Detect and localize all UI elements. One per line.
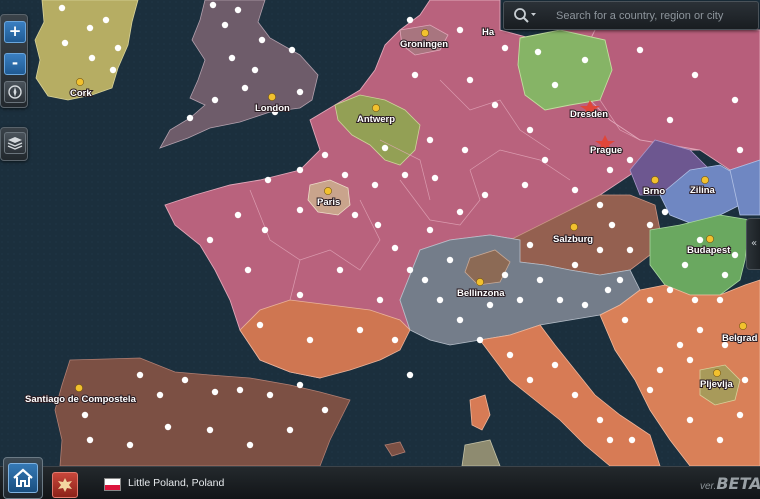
city-label-salzburg: Salzburg: [553, 234, 593, 245]
europe-map[interactable]: Cork London Groningen Ha Antwerp Dresden…: [0, 0, 760, 499]
city-label-dresden: Dresden: [570, 109, 608, 120]
poland-green-region: [517, 29, 613, 111]
city-label-hamburg: Ha: [482, 27, 495, 38]
city-label-budapest: Budapest: [687, 245, 731, 256]
version-prefix: ver.: [700, 481, 717, 492]
home-button[interactable]: [3, 457, 43, 499]
version-name: BETA: [716, 474, 760, 493]
collapse-panel-tab[interactable]: «: [746, 218, 760, 270]
selected-location-label: Little Poland, Poland: [128, 477, 225, 489]
layers-button[interactable]: [4, 132, 26, 154]
city-label-pljevlja: Pljevlja: [700, 379, 733, 390]
city-label-antwerp: Antwerp: [357, 114, 395, 125]
zoom-panel: + -: [0, 14, 28, 108]
version-label: ver.BETA: [700, 474, 760, 493]
poland-flag-icon: [104, 478, 121, 491]
zoom-out-button[interactable]: -: [4, 53, 26, 75]
home-icon: [8, 463, 38, 493]
faction-emblem-button[interactable]: [52, 472, 78, 498]
city-label-cork: Cork: [70, 88, 92, 99]
city-label-bellinzona: Bellinzona: [457, 288, 505, 299]
city-label-london: London: [255, 103, 290, 114]
city-label-brno: Brno: [643, 186, 665, 197]
zoom-in-button[interactable]: +: [4, 21, 26, 43]
city-label-prague: Prague: [590, 145, 622, 156]
city-label-zilina: Zilina: [690, 185, 716, 196]
search-bar: [503, 1, 759, 30]
compass-icon: [8, 85, 22, 99]
city-label-santiago: Santiago de Compostela: [25, 394, 137, 405]
compass-button[interactable]: [4, 81, 26, 103]
magnifier-dropdown-icon[interactable]: [512, 6, 538, 24]
city-label-groningen: Groningen: [400, 39, 448, 50]
layers-icon: [7, 137, 23, 150]
eagle-emblem-icon: [58, 478, 72, 492]
layers-panel: [0, 127, 28, 161]
city-label-paris: Paris: [317, 197, 340, 208]
city-label-belgrade: Belgrad: [722, 333, 758, 344]
map-view[interactable]: Cork London Groningen Ha Antwerp Dresden…: [0, 0, 760, 499]
search-input[interactable]: [554, 6, 756, 26]
